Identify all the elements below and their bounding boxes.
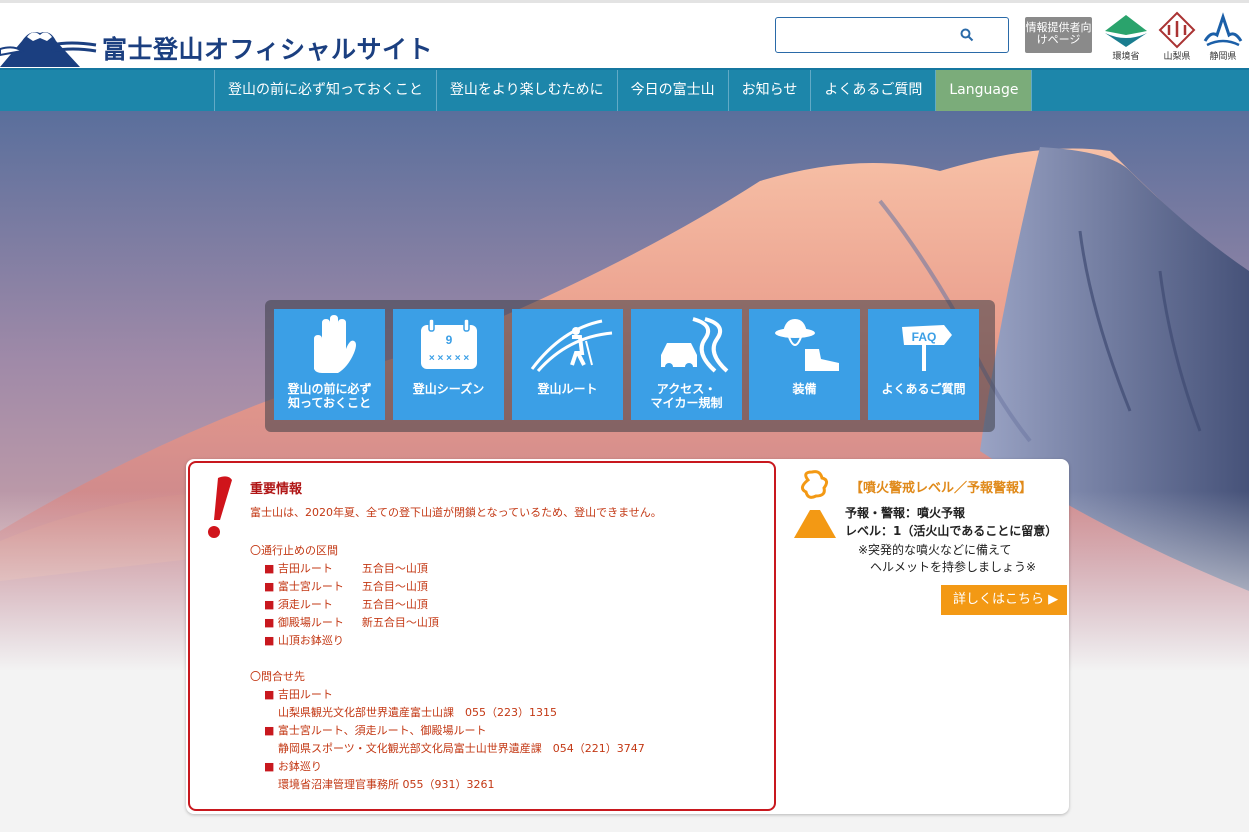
- calendar-icon: 9 × × × × ×: [421, 318, 477, 369]
- contact-name: ■ お鉢巡り: [264, 760, 322, 773]
- volcano-level: レベル：1（活火山であることに留意）: [845, 524, 1058, 538]
- volcano-title: 【噴火警戒レベル／予報警報】: [850, 481, 1033, 496]
- nav-item-before-climbing[interactable]: 登山の前に必ず知っておくこと: [214, 70, 436, 111]
- svg-text:× × × × ×: × × × × ×: [429, 353, 469, 364]
- tile-access-car[interactable]: アクセス・ マイカー規制: [631, 309, 742, 420]
- exclamation-icon: [208, 476, 232, 538]
- hiker-icon: [530, 319, 613, 372]
- closed-sections-heading: 〇通行止めの区間: [250, 544, 338, 557]
- org-label-yamanashi: 山梨県: [1163, 52, 1191, 62]
- provider-page-button[interactable]: 情報提供者向けページ: [1025, 17, 1092, 53]
- tile-climbing-route[interactable]: 登山ルート: [512, 309, 623, 420]
- tile-before-climbing[interactable]: 登山の前に必ず 知っておくこと: [274, 309, 385, 420]
- volcano-forecast: 予報・警報：噴火予報: [845, 506, 966, 520]
- faq-sign-icon: FAQ: [902, 325, 952, 371]
- shizuoka-logo-icon: [1203, 12, 1243, 47]
- nav-item-faq[interactable]: よくあるご質問: [810, 70, 935, 111]
- nav-item-language[interactable]: Language: [935, 70, 1033, 111]
- tile-faq[interactable]: FAQ よくあるご質問: [868, 309, 979, 420]
- tile-label: 登山ルート: [537, 382, 598, 396]
- tile-equipment[interactable]: 装備: [749, 309, 860, 420]
- contact-detail: 静岡県スポーツ・文化観光部文化局富士山世界遺産課 054（221）3747: [278, 742, 645, 755]
- svg-text:9: 9: [446, 333, 453, 347]
- tile-climbing-season[interactable]: 9 × × × × × 登山シーズン: [393, 309, 504, 420]
- closed-item: ■ 吉田ルート 五合目～山頂: [264, 562, 428, 575]
- tile-label: マイカー規制: [650, 396, 723, 410]
- volcano-note: ※突発的な噴火などに備えて: [858, 543, 1012, 557]
- hat-boot-icon: [775, 319, 839, 371]
- important-info-title: 重要情報: [250, 482, 303, 497]
- contact-name: ■ 富士宮ルート、須走ルート、御殿場ルート: [264, 724, 487, 737]
- org-label-moe: 環境省: [1112, 52, 1140, 62]
- yamanashi-logo-icon: [1158, 11, 1196, 49]
- tile-label: 登山シーズン: [412, 382, 485, 396]
- tile-label: アクセス・: [656, 382, 717, 396]
- nav-item-news[interactable]: お知らせ: [727, 70, 811, 111]
- car-road-icon: [661, 317, 729, 373]
- tile-label: 知っておくこと: [287, 396, 372, 410]
- search-icon[interactable]: [960, 28, 974, 42]
- contact-name: ■ 吉田ルート: [264, 688, 333, 701]
- hand-icon: [314, 315, 356, 373]
- volcano-details-button[interactable]: 詳しくはこちら ▶: [941, 585, 1067, 615]
- site-header: 富士登山オフィシャルサイト 情報提供者向けページ 環境省 山梨県 静岡県: [0, 0, 1249, 68]
- tile-label: よくあるご質問: [881, 382, 966, 396]
- nav-item-enjoy-climbing[interactable]: 登山をより楽しむために: [435, 70, 617, 111]
- nav-item-today-fuji[interactable]: 今日の富士山: [616, 70, 728, 111]
- tile-label: 装備: [792, 382, 817, 396]
- org-shizuoka-link[interactable]: 静岡県: [1200, 11, 1246, 62]
- contact-heading: 〇問合せ先: [250, 670, 305, 683]
- provider-label: 情報提供者向けページ: [1025, 21, 1092, 46]
- search-box[interactable]: [775, 17, 1009, 53]
- search-input[interactable]: [784, 18, 964, 52]
- moe-logo-icon: [1105, 15, 1147, 47]
- site-logo[interactable]: 富士登山オフィシャルサイト: [0, 11, 433, 67]
- mount-fuji-logo-icon: [0, 32, 97, 67]
- volcano-note: ヘルメットを持参しましょう※: [870, 560, 1037, 574]
- org-label-shizuoka: 静岡県: [1209, 52, 1237, 62]
- svg-text:FAQ: FAQ: [912, 330, 937, 344]
- site-title: 富士登山オフィシャルサイト: [102, 35, 434, 64]
- closed-item: ■ 御殿場ルート 新五合目～山頂: [264, 616, 439, 629]
- volcano-icon: [794, 470, 836, 538]
- closed-item: ■ 山頂お鉢巡り: [264, 634, 344, 647]
- contact-detail: 山梨県観光文化部世界遺産富士山課 055（223）1315: [278, 706, 557, 719]
- tile-label: 登山の前に必ず: [287, 382, 372, 396]
- org-yamanashi-link[interactable]: 山梨県: [1157, 11, 1197, 62]
- contact-detail: 環境省沼津管理官事務所 055（931）3261: [278, 778, 495, 791]
- closure-notice: 富士山は、2020年夏、全ての登下山道が閉鎖となっているため、登山できません。: [250, 506, 662, 519]
- main-nav: 登山の前に必ず知っておくこと 登山をより楽しむために 今日の富士山 お知らせ よ…: [0, 68, 1249, 111]
- closed-item: ■ 須走ルート 五合目～山頂: [264, 598, 428, 611]
- closed-item: ■ 富士宮ルート 五合目～山頂: [264, 580, 428, 593]
- org-moe-link[interactable]: 環境省: [1100, 11, 1152, 62]
